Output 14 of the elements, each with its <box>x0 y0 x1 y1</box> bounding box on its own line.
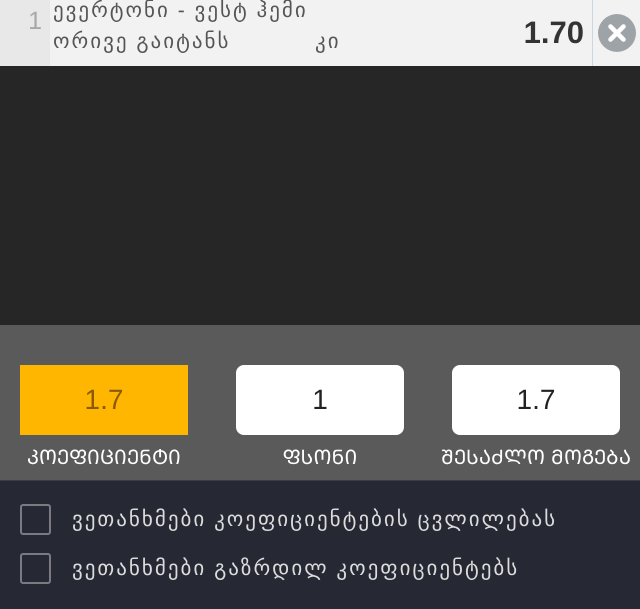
checkbox-label: ვეთანხმები კოეფიციენტების ცვლილებას <box>72 506 558 533</box>
odds-value: 1.70 <box>524 14 585 52</box>
close-icon[interactable] <box>598 14 636 52</box>
field-label: ᲙᲝᲔᲤᲘᲪᲘᲔᲜᲢᲘ <box>27 446 181 470</box>
checkbox[interactable] <box>20 553 51 584</box>
market-name: ორივე გაიტანს <box>53 29 232 54</box>
checkbox[interactable] <box>20 504 51 535</box>
value-field[interactable]: 1 <box>236 365 404 435</box>
pick-name: კი <box>315 29 341 54</box>
field-label: ᲨᲔᲡᲐᲫᲚᲝ ᲛᲝᲒᲔᲑᲐ <box>441 446 631 470</box>
bet-number: 1 <box>28 6 43 37</box>
field-label: ᲤᲡᲝᲜᲘ <box>282 446 358 470</box>
checkbox-label: ვეთანხმები გაზრდილ კოეფიციენტებს <box>72 556 520 582</box>
value-field[interactable]: 1.7 <box>452 365 620 435</box>
